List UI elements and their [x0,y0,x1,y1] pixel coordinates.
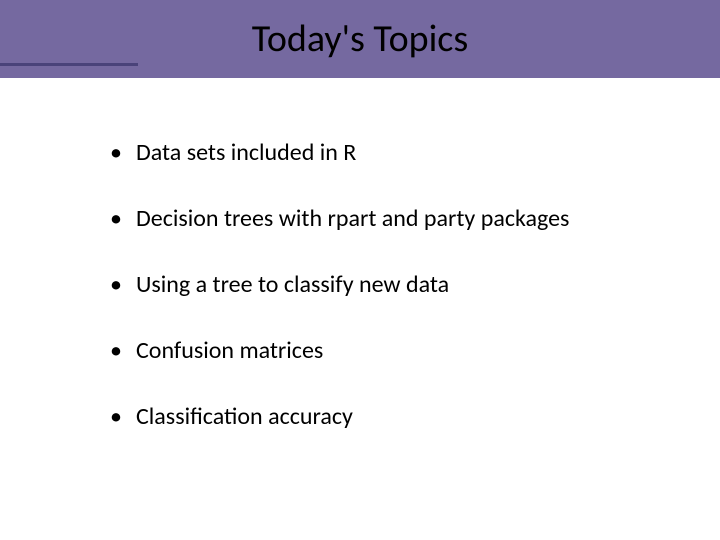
slide-title: Today's Topics [252,16,468,62]
bullet-list: Data sets included in R Decision trees w… [110,138,620,432]
list-item: Using a tree to classify new data [110,270,620,300]
list-item: Decision trees with rpart and party pack… [110,204,620,234]
list-item: Classification accuracy [110,402,620,432]
list-item: Confusion matrices [110,336,620,366]
list-item: Data sets included in R [110,138,620,168]
title-bar-underline [0,63,138,66]
content-area: Data sets included in R Decision trees w… [0,78,720,432]
title-bar: Today's Topics [0,0,720,78]
